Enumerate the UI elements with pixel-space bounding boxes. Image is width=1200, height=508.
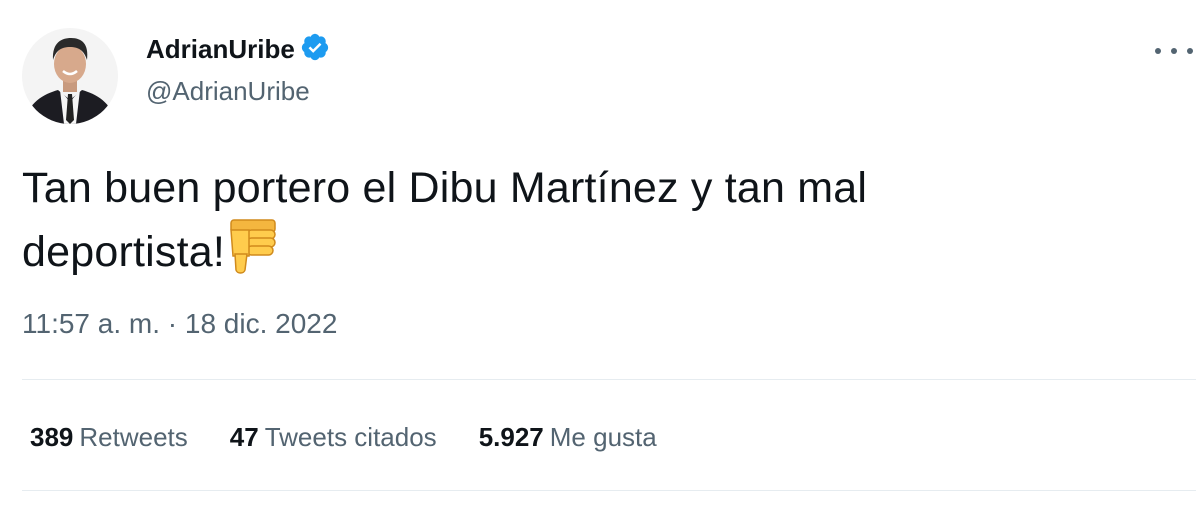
tweet-stats: 389 Retweets 47 Tweets citados 5.927 Me gus… [30,422,699,453]
author-display-name[interactable]: AdrianUribe [146,34,295,65]
verified-badge-icon [295,32,330,67]
quote-tweets-stat[interactable]: 47 Tweets citados [230,422,437,453]
quote-tweets-count: 47 [229,422,259,452]
author-handle[interactable]: @AdrianUribe [146,76,310,107]
likes-label: Me gusta [549,422,657,452]
quote-tweets-label: Tweets citados [264,422,437,452]
likes-count: 5.927 [478,422,544,452]
retweets-label: Retweets [79,422,188,452]
author-avatar[interactable] [22,28,118,124]
divider [22,379,1196,380]
more-options-icon[interactable] [1152,36,1196,66]
retweets-count: 389 [30,422,74,452]
divider [22,490,1196,491]
tweet-text: Tan buen portero el Dibu Martínez y tan … [22,164,868,276]
thumbs-down-icon [225,216,281,276]
author-name-row: AdrianUribe [146,32,330,67]
avatar-image [22,28,118,124]
tweet-body: Tan buen portero el Dibu Martínez y tan … [22,160,1022,280]
tweet-timestamp[interactable]: 11:57 a. m. · 18 dic. 2022 [22,308,337,340]
retweets-stat[interactable]: 389 Retweets [30,422,188,453]
likes-stat[interactable]: 5.927 Me gusta [479,422,657,453]
